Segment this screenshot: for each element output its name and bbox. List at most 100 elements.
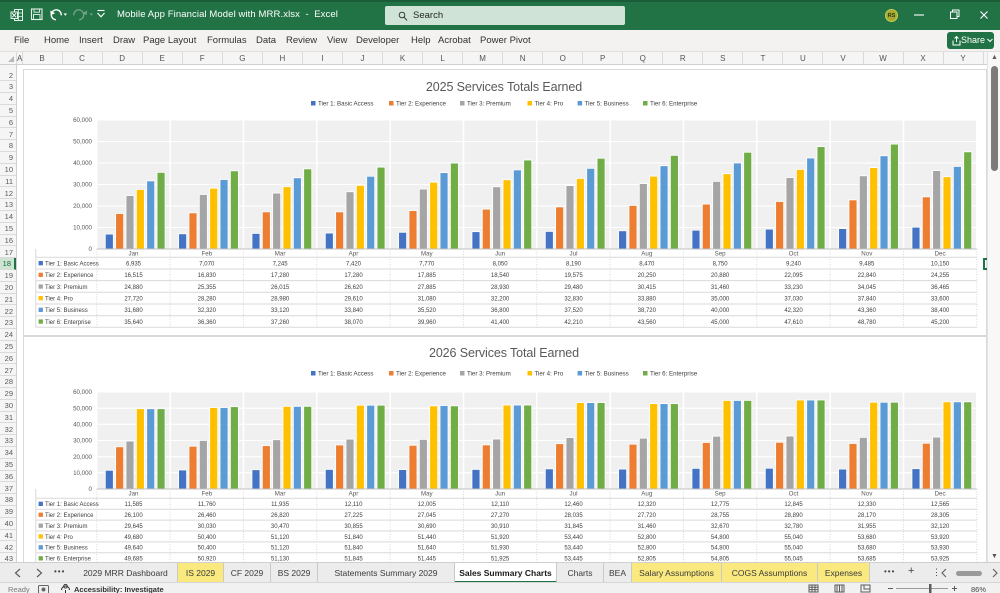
svg-text:50,000: 50,000	[73, 139, 92, 146]
svg-text:30,030: 30,030	[198, 524, 217, 530]
svg-text:8,470: 8,470	[639, 261, 655, 267]
svg-text:16,830: 16,830	[198, 273, 217, 279]
svg-text:24,255: 24,255	[931, 273, 950, 279]
svg-text:27,720: 27,720	[124, 296, 143, 302]
svg-text:Tier 1: Basic Access: Tier 1: Basic Access	[318, 371, 373, 378]
svg-text:16,515: 16,515	[124, 273, 143, 279]
svg-text:54,800: 54,800	[711, 546, 730, 552]
svg-text:37,030: 37,030	[784, 296, 803, 302]
svg-text:0: 0	[89, 246, 93, 253]
svg-text:45,000: 45,000	[711, 320, 730, 326]
svg-text:53,920: 53,920	[931, 535, 950, 541]
svg-text:52,800: 52,800	[638, 535, 657, 541]
svg-text:51,120: 51,120	[271, 535, 290, 541]
svg-text:29,480: 29,480	[564, 285, 583, 291]
svg-text:32,200: 32,200	[491, 296, 510, 302]
svg-text:Mar: Mar	[275, 250, 286, 257]
svg-text:31,460: 31,460	[638, 524, 657, 530]
svg-text:Apr: Apr	[349, 250, 359, 257]
svg-text:Oct: Oct	[789, 250, 799, 257]
svg-text:32,780: 32,780	[784, 524, 803, 530]
svg-text:28,170: 28,170	[858, 513, 877, 519]
svg-text:28,930: 28,930	[491, 285, 510, 291]
svg-text:30,910: 30,910	[491, 524, 510, 530]
svg-text:36,465: 36,465	[931, 285, 950, 291]
svg-text:37,260: 37,260	[271, 320, 290, 326]
svg-text:28,755: 28,755	[711, 513, 730, 519]
svg-text:12,460: 12,460	[564, 502, 583, 508]
svg-text:53,930: 53,930	[931, 546, 950, 552]
svg-text:53,680: 53,680	[858, 546, 877, 552]
svg-text:54,800: 54,800	[711, 535, 730, 541]
svg-text:51,930: 51,930	[491, 546, 510, 552]
svg-text:55,040: 55,040	[784, 546, 803, 552]
svg-text:24,880: 24,880	[124, 285, 143, 291]
svg-text:Aug: Aug	[641, 490, 653, 497]
svg-text:Tier 3: Premium: Tier 3: Premium	[467, 371, 511, 378]
svg-text:Tier 2: Experience: Tier 2: Experience	[396, 101, 447, 108]
svg-text:51,440: 51,440	[418, 535, 437, 541]
svg-text:45,200: 45,200	[931, 320, 950, 326]
svg-text:27,045: 27,045	[418, 513, 437, 519]
svg-text:26,015: 26,015	[271, 285, 290, 291]
svg-text:22,840: 22,840	[858, 273, 877, 279]
svg-text:60,000: 60,000	[73, 117, 92, 124]
svg-text:Dec: Dec	[935, 490, 946, 497]
svg-text:Feb: Feb	[201, 250, 212, 257]
svg-text:30,855: 30,855	[344, 524, 363, 530]
svg-text:35,520: 35,520	[418, 308, 437, 314]
svg-text:49,640: 49,640	[124, 546, 143, 552]
svg-text:Mar: Mar	[275, 490, 286, 497]
svg-text:Jul: Jul	[570, 250, 578, 257]
svg-text:48,780: 48,780	[858, 320, 877, 326]
svg-text:35,640: 35,640	[124, 320, 143, 326]
svg-text:51,840: 51,840	[344, 535, 363, 541]
svg-text:17,280: 17,280	[344, 273, 363, 279]
svg-text:Tier 5: Business: Tier 5: Business	[45, 308, 88, 314]
svg-text:30,470: 30,470	[271, 524, 290, 530]
svg-text:51,640: 51,640	[418, 546, 437, 552]
svg-text:12,775: 12,775	[711, 502, 730, 508]
svg-text:51,920: 51,920	[491, 535, 510, 541]
svg-text:31,080: 31,080	[418, 296, 437, 302]
svg-text:Tier 2: Experience: Tier 2: Experience	[396, 371, 447, 378]
svg-text:37,520: 37,520	[564, 308, 583, 314]
svg-text:31,680: 31,680	[124, 308, 143, 314]
svg-text:2025 Services Totals Earned: 2025 Services Totals Earned	[426, 80, 582, 94]
svg-text:12,845: 12,845	[784, 502, 803, 508]
svg-text:Aug: Aug	[641, 250, 653, 257]
svg-text:Oct: Oct	[789, 490, 799, 497]
svg-text:40,000: 40,000	[711, 308, 730, 314]
svg-text:30,415: 30,415	[638, 285, 657, 291]
svg-text:27,885: 27,885	[418, 285, 437, 291]
svg-text:Jan: Jan	[129, 250, 140, 257]
svg-text:36,800: 36,800	[491, 308, 510, 314]
svg-text:17,885: 17,885	[418, 273, 437, 279]
svg-text:18,540: 18,540	[491, 273, 510, 279]
svg-text:7,420: 7,420	[346, 261, 362, 267]
svg-text:Tier 1: Basic Access: Tier 1: Basic Access	[318, 101, 373, 108]
svg-text:Apr: Apr	[349, 490, 359, 497]
svg-text:Jun: Jun	[495, 490, 506, 497]
svg-text:20,000: 20,000	[73, 454, 92, 461]
svg-text:26,620: 26,620	[344, 285, 363, 291]
svg-text:Tier 6: Enterprise: Tier 6: Enterprise	[650, 371, 698, 378]
svg-text:28,980: 28,980	[271, 296, 290, 302]
svg-text:51,120: 51,120	[271, 546, 290, 552]
svg-text:39,960: 39,960	[418, 320, 437, 326]
svg-text:33,600: 33,600	[931, 296, 950, 302]
svg-text:33,230: 33,230	[784, 285, 803, 291]
svg-text:8,750: 8,750	[713, 261, 729, 267]
svg-text:12,330: 12,330	[858, 502, 877, 508]
svg-text:20,880: 20,880	[711, 273, 730, 279]
svg-text:Sep: Sep	[715, 250, 727, 257]
svg-text:49,680: 49,680	[124, 535, 143, 541]
svg-text:Tier 3: Premium: Tier 3: Premium	[467, 101, 511, 108]
svg-text:Tier 1: Basic Access: Tier 1: Basic Access	[45, 502, 99, 508]
svg-text:Tier 3: Premium: Tier 3: Premium	[45, 524, 87, 530]
svg-text:7,070: 7,070	[199, 261, 215, 267]
svg-text:May: May	[421, 490, 434, 497]
svg-text:19,575: 19,575	[564, 273, 583, 279]
svg-text:8,050: 8,050	[493, 261, 509, 267]
svg-text:Tier 2: Experience: Tier 2: Experience	[45, 273, 94, 279]
